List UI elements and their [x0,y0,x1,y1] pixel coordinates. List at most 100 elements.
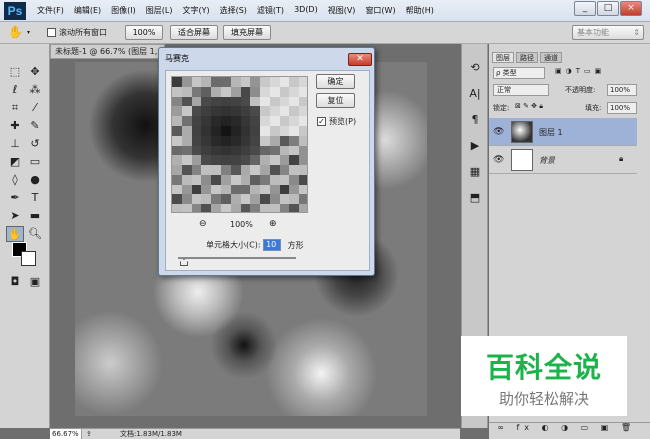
fill-screen-button[interactable]: 填充屏幕 [223,25,271,40]
menu-type[interactable]: 文字(Y) [177,5,214,16]
eye-icon[interactable]: 👁︎ [493,127,504,137]
menu-3d[interactable]: 3D(D) [289,5,323,16]
pen-tool-icon[interactable]: ✒ [6,190,24,206]
paragraph-panel-icon[interactable]: ¶ [465,110,485,130]
menu-filter[interactable]: 滤镜(T) [252,5,289,16]
mosaic-cell [299,174,307,186]
hand-tool-icon[interactable]: ✋ [6,226,24,242]
tab-layers[interactable]: 图层 [492,52,514,63]
minimize-button[interactable]: _ [574,1,596,16]
mosaic-cell [250,77,261,88]
gradient-tool-icon[interactable]: ▭ [26,154,44,170]
marquee-tool-icon[interactable]: ⬚ [6,64,24,80]
mosaic-cell [260,86,271,98]
mosaic-cell [201,194,212,205]
zoom-tool-icon[interactable]: 🔍︎ [26,226,44,242]
background-color-swatch[interactable] [21,251,36,266]
menu-edit[interactable]: 编辑(E) [69,5,106,16]
preview-checkbox[interactable]: ✓ [317,117,326,126]
clone-stamp-tool-icon[interactable]: ⊥ [6,136,24,152]
styles-panel-icon[interactable]: ⬒ [465,188,485,208]
eraser-tool-icon[interactable]: ◩ [6,154,24,170]
cell-size-input[interactable]: 10 [263,239,282,251]
layer-filter-select[interactable]: ρ 类型 [493,67,545,79]
character-panel-icon[interactable]: A| [465,84,485,104]
history-panel-icon[interactable]: ⟲ [465,58,485,78]
layer-actions-bar[interactable]: ∞ fx ◐ ◑ ▭ ▣ 🗑︎ [489,422,650,435]
lock-row: 锁定: ⊠ ✎ ✥ 🔒︎ 填充: 100% [489,102,637,115]
fit-screen-button[interactable]: 适合屏幕 [170,25,218,40]
dodge-tool-icon[interactable]: ● [26,172,44,188]
mosaic-cell [211,96,222,107]
screen-mode-icon[interactable]: ▣ [26,274,44,290]
zoom-field[interactable]: 66.67% [50,429,82,439]
workspace-select[interactable]: 基本功能 ⇕ [572,25,644,40]
eye-icon[interactable]: 👁︎ [493,155,504,165]
lock-icons[interactable]: ⊠ ✎ ✥ 🔒︎ [515,102,543,111]
crop-tool-icon[interactable]: ⌗ [6,100,24,116]
blend-mode-select[interactable]: 正常 [493,84,549,96]
document-tab[interactable]: 未标题-1 @ 66.7% (图层 1, RGB/8) [50,44,165,59]
zoom-out-icon[interactable]: ⊖ [199,219,207,229]
tab-channels[interactable]: 通道 [540,52,562,63]
menu-layer[interactable]: 图层(L) [141,5,178,16]
move-tool-icon[interactable]: ✥ [26,64,44,80]
mosaic-cell [289,145,300,156]
reset-button[interactable]: 复位 [316,93,355,108]
fill-field[interactable]: 100% [607,102,637,114]
healing-brush-tool-icon[interactable]: ✚ [6,118,24,134]
mosaic-cell [220,77,232,88]
mosaic-cell [299,165,307,176]
layer-row[interactable]: 👁︎ 图层 1 [489,118,637,146]
close-window-button[interactable]: × [620,1,642,16]
mosaic-cell [220,106,232,117]
menu-view[interactable]: 视图(V) [323,5,361,16]
quick-mask-icon[interactable]: ◘ [6,274,24,290]
type-tool-icon[interactable]: T [26,190,44,206]
dialog-close-button[interactable]: ✕ [348,53,372,66]
mosaic-cell [260,174,271,186]
mosaic-cell [289,165,300,176]
menu-select[interactable]: 选择(S) [215,5,252,16]
layer-row[interactable]: 👁︎ 背景 🔒︎ [489,146,637,174]
tool-preset-dropdown[interactable]: ▾ [27,29,30,36]
scroll-all-checkbox[interactable] [47,28,56,37]
maximize-button[interactable]: □ [597,1,619,16]
menu-file[interactable]: 文件(F) [32,5,69,16]
filter-preview[interactable] [171,76,308,213]
lasso-tool-icon[interactable]: ℓ [6,82,24,98]
mosaic-cell [260,96,271,107]
menu-window[interactable]: 窗口(W) [360,5,400,16]
mosaic-cell [181,77,193,88]
chevron-updown-icon: ⇕ [633,28,640,37]
zoom-100-button[interactable]: 100% [125,25,163,40]
path-selection-tool-icon[interactable]: ➤ [6,208,24,224]
menu-image[interactable]: 图像(I) [106,5,141,16]
swatches-panel-icon[interactable]: ▦ [465,162,485,182]
export-icon[interactable]: ⇪ [86,429,92,439]
rectangle-tool-icon[interactable]: ▬ [26,208,44,224]
actions-panel-icon[interactable]: ▶ [465,136,485,156]
mosaic-cell [191,145,202,156]
mosaic-cell [260,135,271,146]
hand-tool-icon[interactable]: ✋ [8,25,23,39]
filter-icons[interactable]: ▣◑T▭▣ [555,67,605,75]
zoom-in-icon[interactable]: ⊕ [269,219,277,229]
cell-size-label: 单元格大小(C): [206,240,261,250]
opacity-field[interactable]: 100% [607,84,637,96]
mosaic-cell [201,184,212,195]
brush-tool-icon[interactable]: ✎ [26,118,44,134]
history-brush-tool-icon[interactable]: ↺ [26,136,44,152]
eyedropper-tool-icon[interactable]: ⁄ [26,100,44,116]
cell-size-slider-track[interactable] [178,257,296,259]
mosaic-cell [250,174,261,186]
cell-size-slider-thumb[interactable] [180,259,188,266]
menu-help[interactable]: 帮助(H) [401,5,439,16]
mosaic-cell [191,77,202,88]
ok-button[interactable]: 确定 [316,74,355,89]
tab-paths[interactable]: 路径 [516,52,538,63]
magic-wand-tool-icon[interactable]: ⁂ [26,82,44,98]
mosaic-cell [250,204,261,212]
mosaic-cell [201,145,212,156]
blur-tool-icon[interactable]: ◊ [6,172,24,188]
